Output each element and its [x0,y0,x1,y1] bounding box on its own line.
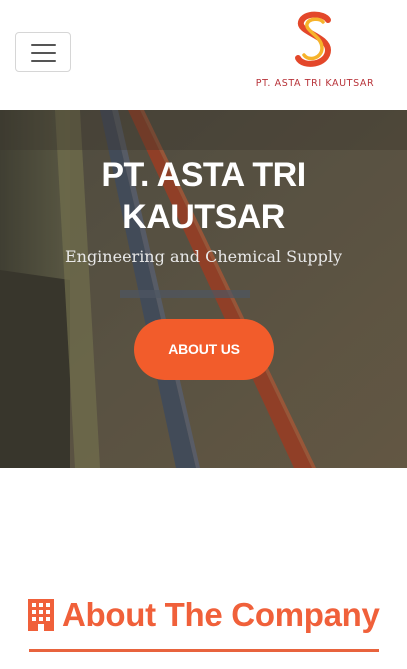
about-divider [29,649,379,652]
brand-logo-icon [295,11,332,67]
brand-name: PT. ASTA TRI KAUTSAR [255,78,375,89]
hero-subtitle: Engineering and Chemical Supply [64,247,343,266]
hero-title: PT. ASTA TRI KAUTSAR [101,156,306,236]
brand-logo-link[interactable]: PT. ASTA TRI KAUTSAR [245,10,385,92]
menu-toggle-button[interactable] [15,32,71,72]
about-title: About The Company [62,596,380,633]
navbar: PT. ASTA TRI KAUTSAR [0,0,407,110]
hamburger-icon [31,44,56,46]
about-us-button[interactable]: ABOUT US [134,319,274,380]
about-heading: About The Company [28,595,380,635]
building-icon [28,599,54,631]
hero-section: PT. ASTA TRI KAUTSAR Engineering and Che… [0,110,407,468]
